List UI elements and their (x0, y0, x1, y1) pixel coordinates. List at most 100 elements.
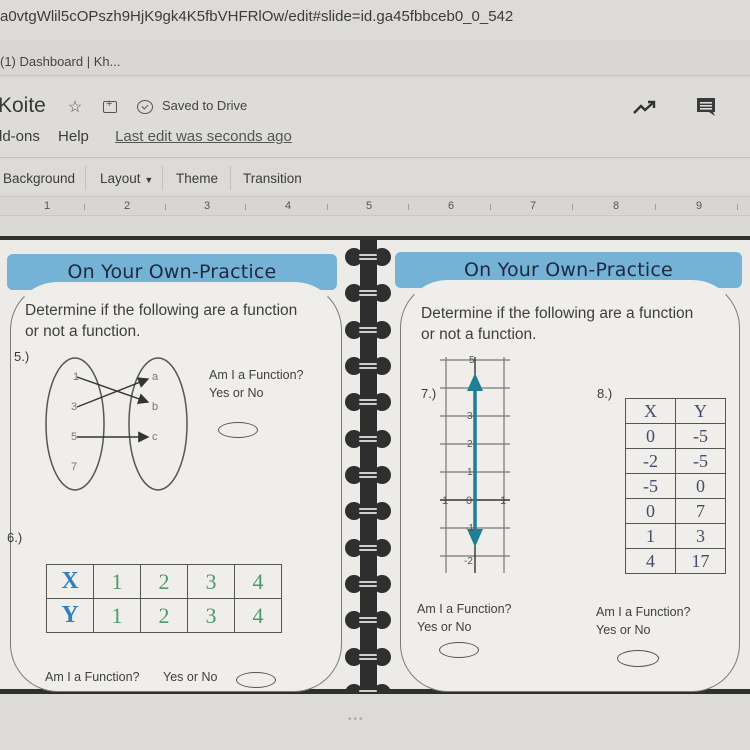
table-cell: 17 (675, 548, 726, 574)
horizontal-ruler[interactable]: 1 2 3 4 5 6 7 8 9 (0, 196, 750, 216)
table-cell: 3 (675, 523, 726, 549)
spiral-ring-icon (345, 321, 391, 339)
comment-icon[interactable] (695, 96, 717, 118)
table-row: 13 (625, 523, 726, 549)
last-edit-link[interactable]: Last edit was seconds ago (115, 128, 292, 145)
question-7-number: 7.) (421, 386, 437, 401)
dropdown-arrow-icon: ▼ (144, 175, 154, 185)
domain-value: 5 (71, 431, 78, 443)
ruler-number: 9 (696, 200, 703, 212)
bookmarks-bar: (1) Dashboard | Kh... (0, 44, 750, 76)
table-cell: 0 (625, 498, 676, 524)
spiral-ring-icon (345, 430, 391, 448)
ruler-number: 5 (366, 200, 373, 212)
toolbar-divider (85, 166, 86, 190)
ruler-tick (327, 204, 328, 210)
question-6-number: 6.) (7, 530, 23, 545)
url-text[interactable]: a0vtgWlil5cOPszh9HjK9gk4K5fbVHFRlOw/edit… (0, 8, 513, 25)
y-tick-label: -1 (465, 523, 474, 534)
table-row: X 1 2 3 4 (46, 564, 282, 599)
menu-addons[interactable]: dd-ons (0, 128, 40, 145)
domain-value: 1 (73, 371, 80, 383)
question-8-prompt: Am I a Function? Yes or No (596, 603, 691, 639)
answer-oval-q8[interactable] (617, 650, 659, 667)
table-cell: 0 (675, 473, 726, 499)
spiral-ring-icon (345, 575, 391, 593)
spiral-ring-icon (345, 648, 391, 666)
layout-label: Layout (100, 171, 141, 186)
y-tick-label: 5 (469, 355, 475, 366)
table-cell: 4 (625, 548, 676, 574)
range-value: c (152, 431, 158, 443)
toolbar-divider (230, 166, 231, 190)
ruler-number: 8 (613, 200, 620, 212)
spiral-ring-icon (345, 539, 391, 557)
table-cell: -5 (675, 423, 726, 449)
answer-oval-q7[interactable] (439, 642, 479, 658)
y-tick-label: 2 (467, 439, 473, 450)
slide-canvas[interactable]: On Your Own-Practice Determine if the fo… (0, 236, 750, 702)
prompt-line: Am I a Function? (417, 602, 512, 616)
table-cell: 2 (140, 564, 188, 599)
toolbar-divider (162, 166, 163, 190)
table-cell: -5 (625, 473, 676, 499)
instruction-line: Determine if the following are a functio… (421, 305, 694, 322)
resize-handle-icon[interactable]: ••• (348, 714, 365, 725)
y-tick-label: 3 (467, 411, 473, 422)
instruction-line: Determine if the following are a functio… (25, 302, 298, 319)
spiral-ring-icon (345, 502, 391, 520)
x-tick-label: 1 (500, 495, 507, 507)
table-row: 07 (625, 498, 726, 524)
saved-status: Saved to Drive (162, 98, 248, 113)
ruler-tick (84, 204, 85, 210)
bookmark-dashboard[interactable]: (1) Dashboard | Kh... (0, 54, 120, 69)
star-icon[interactable]: ☆ (66, 98, 84, 116)
ruler-number: 7 (530, 200, 537, 212)
table-cell: 1 (625, 523, 676, 549)
background-button[interactable]: Background (3, 171, 75, 186)
prompt-line: Yes or No (417, 620, 472, 634)
range-value: b (152, 401, 159, 413)
ruler-tick (737, 204, 738, 210)
mapping-arrow (76, 376, 150, 405)
question-6-prompt: Am I a Function? (45, 670, 140, 684)
menu-help[interactable]: Help (58, 128, 89, 145)
canvas-background (0, 216, 750, 236)
table-row: X Y (625, 398, 726, 424)
table-cell: 3 (187, 598, 235, 633)
ruler-tick (245, 204, 246, 210)
spiral-ring-icon (345, 611, 391, 629)
domain-value: 3 (71, 401, 78, 413)
speaker-notes-area[interactable]: ••• (0, 694, 750, 750)
ruler-number: 3 (204, 200, 211, 212)
answer-oval-q5[interactable] (218, 422, 258, 438)
instruction-line: or not a function. (25, 323, 141, 340)
address-bar[interactable]: a0vtgWlil5cOPszh9HjK9gk4K5fbVHFRlOw/edit… (0, 0, 750, 40)
table-cell: 4 (234, 564, 282, 599)
ruler-number: 6 (448, 200, 455, 212)
prompt-line: Am I a Function? (596, 605, 691, 619)
mapping-arrow (76, 377, 150, 408)
table-header-x: X (46, 564, 94, 599)
document-title[interactable]: Koite (0, 94, 46, 118)
prompt-line: Yes or No (209, 386, 264, 400)
activity-trend-icon[interactable] (632, 98, 658, 116)
ruler-tick (655, 204, 656, 210)
x-tick-label: 1 (442, 495, 449, 507)
table-row: -2 -5 (625, 448, 726, 474)
table-header-x: X (625, 398, 676, 424)
theme-button[interactable]: Theme (176, 171, 218, 186)
layout-button[interactable]: Layout ▼ (100, 171, 153, 186)
answer-oval-q6[interactable] (236, 672, 276, 688)
instruction-line: or not a function. (421, 326, 537, 343)
question-8-number: 8.) (597, 386, 613, 401)
range-value: a (152, 371, 159, 383)
xy-table-q6: X 1 2 3 4 Y 1 2 3 4 (46, 564, 282, 633)
question-5-number: 5.) (14, 349, 30, 364)
spiral-ring-icon (345, 248, 391, 266)
move-to-folder-icon[interactable] (101, 98, 119, 116)
transition-button[interactable]: Transition (243, 171, 302, 186)
y-tick-label: 1 (467, 467, 473, 478)
spiral-ring-icon (345, 466, 391, 484)
xy-table-q8: X Y 0 -5 -2 -5 -5 0 07 13 4 17 (625, 398, 726, 574)
